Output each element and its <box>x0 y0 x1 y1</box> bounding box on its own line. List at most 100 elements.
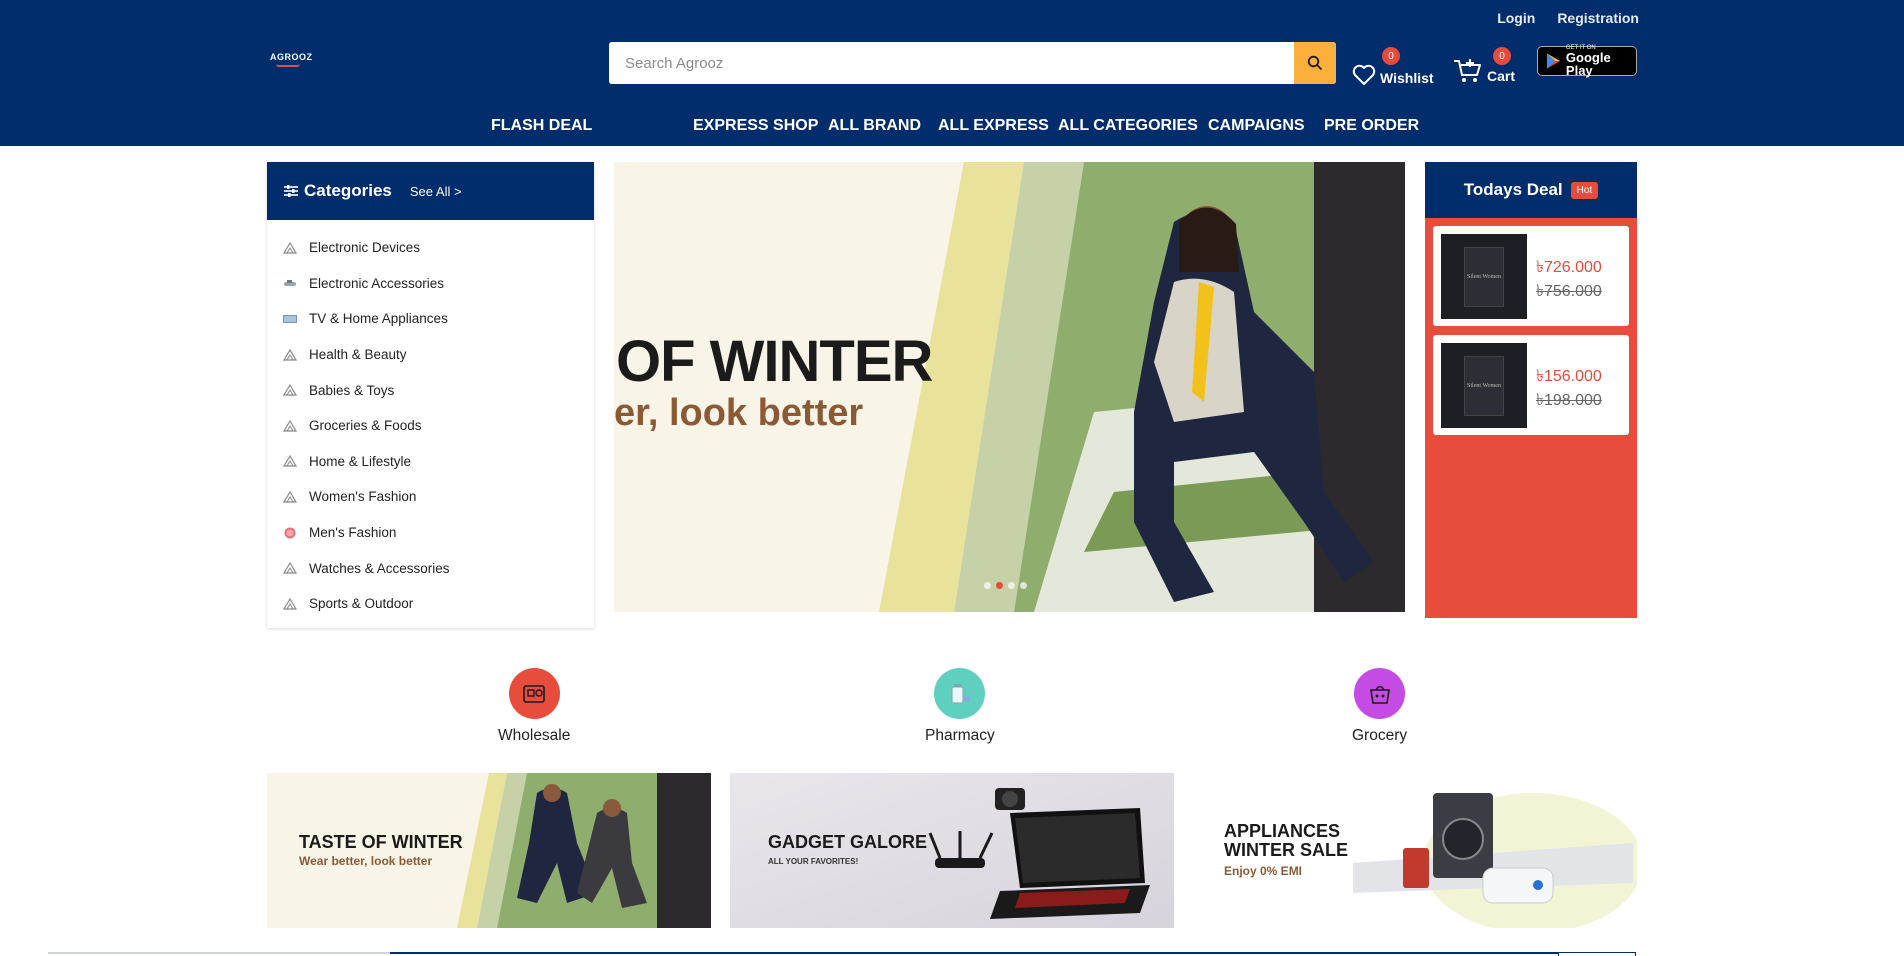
category-item[interactable]: Health & Beauty <box>267 337 594 373</box>
banner-title-line1: APPLIANCES <box>1224 821 1341 841</box>
carousel-dot[interactable] <box>1020 582 1027 589</box>
cart-label: Cart <box>1487 68 1516 84</box>
deal-product-card[interactable]: Silent Women ৳156.000 ৳198.000 <box>1433 335 1629 435</box>
search-icon <box>1307 55 1323 71</box>
hot-badge: Hot <box>1570 181 1599 199</box>
google-play-badge[interactable]: GET IT ON Google Play <box>1537 45 1637 78</box>
google-play-text: Google Play <box>1565 50 1611 78</box>
nav-pre-order[interactable]: PRE ORDER <box>1324 117 1419 135</box>
banner-title: APPLIANCES WINTER SALE <box>1224 822 1348 860</box>
carousel-dots <box>984 582 1027 589</box>
deal-product-card[interactable]: Silent Women ৳726.000 ৳756.000 <box>1433 226 1629 326</box>
hero-carousel[interactable]: OF WINTER er, look better <box>614 162 1405 612</box>
tv-icon <box>283 313 297 325</box>
google-play-icon <box>1546 53 1560 69</box>
triangle-icon <box>283 384 297 396</box>
accessory-icon <box>283 277 297 289</box>
category-item[interactable]: Electronic Devices <box>267 230 594 266</box>
categories-title: Categories <box>304 181 392 200</box>
grocery-icon <box>1354 668 1406 719</box>
service-grocery[interactable]: Grocery <box>1352 668 1407 745</box>
heart-icon <box>1352 64 1376 85</box>
nav-all-express[interactable]: ALL EXPRESS <box>938 117 1049 135</box>
banner-title: GADGET GALORE <box>768 832 928 852</box>
account-links: Login Registration <box>1497 10 1639 26</box>
service-label: Wholesale <box>498 727 571 744</box>
triangle-icon <box>283 490 297 503</box>
todays-deal-panel: Todays Deal Hot Silent Women ৳726.000 ৳7… <box>1425 162 1637 618</box>
banner-appliances-sale[interactable]: APPLIANCES WINTER SALE Enjoy 0% EMI <box>1193 773 1637 928</box>
banner-subtitle: Wear better, look better <box>299 854 433 868</box>
book-cover: Silent Women <box>1464 246 1504 307</box>
registration-link[interactable]: Registration <box>1557 10 1639 26</box>
service-pharmacy[interactable]: Pharmacy <box>925 668 995 745</box>
login-link[interactable]: Login <box>1497 10 1535 26</box>
category-item[interactable]: Sports & Outdoor <box>267 586 594 622</box>
banner-subtitle: ALL YOUR FAVORITES! <box>768 857 859 866</box>
site-logo[interactable]: AGROOZ <box>270 52 313 62</box>
book-cover: Silent Women <box>1464 355 1504 416</box>
cart-icon <box>1454 59 1481 82</box>
product-price: ৳726.000 <box>1536 259 1602 276</box>
category-item[interactable]: TV & Home Appliances <box>267 301 594 337</box>
banner-taste-of-winter[interactable]: TASTE OF WINTER Wear better, look better <box>267 773 711 928</box>
nav-all-brand[interactable]: ALL BRAND <box>828 117 921 135</box>
hero-headline: OF WINTER <box>616 329 933 394</box>
main-nav: FLASH DEAL EXPRESS SHOP ALL BRAND ALL EX… <box>0 117 1904 137</box>
banner-title: TASTE OF WINTER <box>299 832 463 852</box>
category-label: Watches & Accessories <box>309 560 450 576</box>
site-header: Login Registration AGROOZ Wishlist 0 Car… <box>0 0 1904 146</box>
triangle-icon <box>283 455 297 467</box>
category-item[interactable]: Women's Fashion <box>267 479 594 515</box>
category-label: Men's Fashion <box>309 525 397 541</box>
carousel-dot[interactable] <box>984 582 991 589</box>
nav-all-categories[interactable]: ALL CATEGORIES <box>1058 117 1198 135</box>
category-item[interactable]: Watches & Accessories <box>267 550 594 586</box>
product-old-price: ৳756.000 <box>1536 283 1602 300</box>
wishlist-label: Wishlist <box>1380 70 1434 86</box>
triangle-icon <box>283 419 297 432</box>
triangle-icon <box>283 562 297 574</box>
categories-list: Electronic Devices Electronic Accessories… <box>267 220 594 622</box>
service-label: Pharmacy <box>925 727 995 744</box>
todays-deal-title: Todays Deal <box>1463 180 1563 199</box>
hero-subline: er, look better <box>614 392 864 434</box>
search-input[interactable] <box>609 42 1295 84</box>
category-label: Electronic Devices <box>309 240 421 256</box>
category-item[interactable]: Groceries & Foods <box>267 408 594 444</box>
category-label: Sports & Outdoor <box>309 596 414 612</box>
wholesale-icon <box>508 668 560 719</box>
banner-gadget-galore[interactable]: GADGET GALORE ALL YOUR FAVORITES! <box>730 773 1174 928</box>
category-label: Babies & Toys <box>309 382 395 398</box>
category-label: Groceries & Foods <box>309 418 422 434</box>
triangle-icon <box>283 348 297 361</box>
sliders-icon <box>284 185 298 197</box>
banner-title-line2: WINTER SALE <box>1224 839 1348 860</box>
service-wholesale[interactable]: Wholesale <box>498 668 570 745</box>
cart-count-badge: 0 <box>1493 47 1511 65</box>
search-button[interactable] <box>1294 42 1336 84</box>
categories-panel: Categories See All > Electronic Devices E… <box>267 162 594 628</box>
category-item[interactable]: Men's Fashion <box>267 515 594 551</box>
carousel-dot[interactable] <box>1008 582 1015 589</box>
category-item[interactable]: Electronic Accessories <box>267 266 594 302</box>
category-label: Health & Beauty <box>309 347 407 363</box>
logo-swoosh <box>276 64 300 67</box>
see-all-link[interactable]: See All > <box>410 184 462 199</box>
carousel-dot[interactable] <box>996 582 1003 589</box>
nav-flash-deal[interactable]: FLASH DEAL <box>491 117 592 135</box>
footer-edge <box>0 952 1904 956</box>
pharmacy-icon <box>934 668 986 719</box>
banner-subtitle: Enjoy 0% EMI <box>1224 864 1303 878</box>
category-label: TV & Home Appliances <box>309 311 448 327</box>
service-label: Grocery <box>1352 727 1408 744</box>
category-item[interactable]: Babies & Toys <box>267 372 594 408</box>
category-item[interactable]: Home & Lifestyle <box>267 444 594 480</box>
categories-header: Categories See All > <box>267 162 594 220</box>
product-image: Silent Women <box>1441 234 1527 319</box>
triangle-icon <box>283 597 297 610</box>
nav-campaigns[interactable]: CAMPAIGNS <box>1208 117 1305 135</box>
category-label: Home & Lifestyle <box>309 453 412 469</box>
nav-express-shop[interactable]: EXPRESS SHOP <box>693 117 818 135</box>
search-bar <box>609 42 1336 84</box>
